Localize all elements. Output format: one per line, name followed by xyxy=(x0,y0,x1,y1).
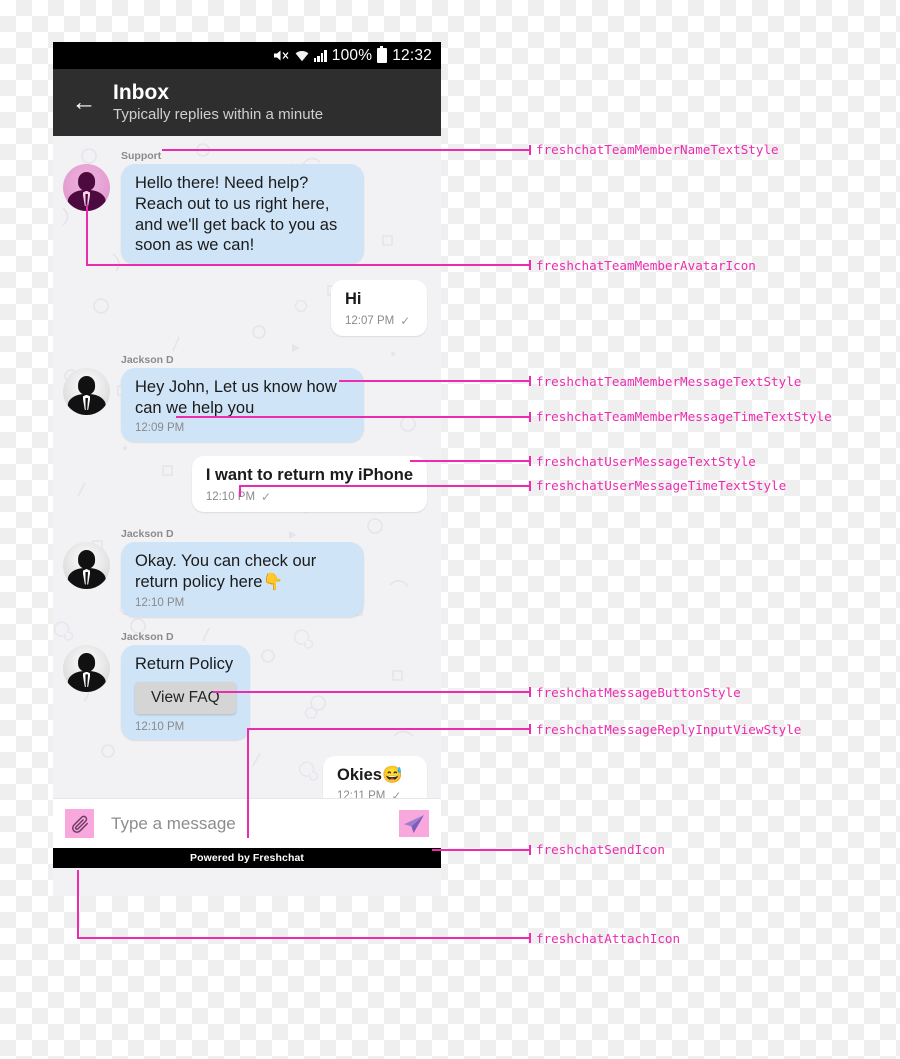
message-text: Hi xyxy=(345,290,362,309)
team-member-avatar-icon[interactable] xyxy=(63,164,110,211)
message-row: Okay. You can check our return policy he… xyxy=(63,542,427,617)
message-time-row: 12:10 PM ✓ xyxy=(206,490,413,504)
message-bubble[interactable]: I want to return my iPhone 12:10 PM ✓ xyxy=(191,456,427,513)
message-row: I want to return my iPhone 12:10 PM ✓ xyxy=(63,456,427,513)
annotation-label: freshchatUserMessageTimeTextStyle xyxy=(536,478,787,493)
message-text: Hello there! Need help? Reach out to us … xyxy=(135,174,338,255)
team-member-avatar-icon[interactable] xyxy=(63,367,110,415)
annotation-label: freshchatMessageReplyInputViewStyle xyxy=(536,722,802,737)
back-arrow-icon[interactable]: ← xyxy=(67,86,101,120)
message-time-row: 12:07 PM ✓ xyxy=(345,314,413,328)
annotation-label: freshchatMessageButtonStyle xyxy=(536,685,741,700)
delivery-tick-icon: ✓ xyxy=(400,313,411,328)
app-header: ← Inbox Typically replies within a minut… xyxy=(53,69,441,136)
message-time: 12:10 PM xyxy=(135,720,185,733)
message-text: Hey John, Let us know how can we help yo… xyxy=(135,377,337,417)
sender-name: Jackson D xyxy=(121,353,174,366)
header-subtitle: Typically replies within a minute xyxy=(113,105,324,123)
message-row: Return Policy View FAQ 12:10 PM xyxy=(63,644,427,740)
message-bubble[interactable]: Hey John, Let us know how can we help yo… xyxy=(121,367,364,443)
battery-percent: 100% xyxy=(331,46,373,64)
message-input[interactable]: Type a message xyxy=(94,814,399,834)
delivery-tick-icon: ✓ xyxy=(391,789,402,798)
view-faq-button[interactable]: View FAQ xyxy=(135,681,236,714)
message-time-row: 12:11 PM ✓ xyxy=(337,789,413,798)
sender-name: Jackson D xyxy=(121,630,174,643)
message-row: Hey John, Let us know how can we help yo… xyxy=(63,367,427,443)
message-row: Hello there! Need help? Reach out to us … xyxy=(63,164,427,265)
team-member-avatar-icon[interactable] xyxy=(63,644,110,692)
mute-icon xyxy=(273,49,290,62)
phone-screen: 100% 12:32 ← Inbox Typically replies wit… xyxy=(53,42,441,896)
message-bubble[interactable]: Okies😅 12:11 PM ✓ xyxy=(323,755,427,798)
status-clock: 12:32 xyxy=(392,46,432,64)
message-time: 12:10 PM xyxy=(135,596,185,609)
team-member-avatar-icon[interactable] xyxy=(63,542,110,590)
attach-paperclip-icon[interactable] xyxy=(65,809,94,838)
message-time: 12:07 PM xyxy=(345,314,395,327)
battery-icon xyxy=(377,45,388,63)
wifi-icon xyxy=(295,50,309,62)
message-bubble[interactable]: Hi 12:07 PM ✓ xyxy=(331,280,427,336)
status-bar: 100% 12:32 xyxy=(53,42,441,69)
annotation-label: freshchatTeamMemberMessageTimeTextStyle xyxy=(536,409,832,424)
conversation-list[interactable]: Support Hello there! Need help? Reach ou… xyxy=(53,136,441,798)
annotation-label: freshchatTeamMemberAvatarIcon xyxy=(536,258,756,273)
sender-name: Support xyxy=(121,150,162,162)
message-bubble[interactable]: Okay. You can check our return policy he… xyxy=(121,542,364,617)
signal-icon xyxy=(313,49,327,62)
message-row: Okies😅 12:11 PM ✓ xyxy=(63,755,427,798)
sender-name: Jackson D xyxy=(121,528,174,541)
message-text: Return Policy xyxy=(135,654,234,673)
annotation-label: freshchatTeamMemberNameTextStyle xyxy=(536,142,779,157)
message-text: Okies😅 xyxy=(337,765,403,784)
page-title: Inbox xyxy=(113,80,169,104)
message-bubble[interactable]: Return Policy View FAQ 12:10 PM xyxy=(121,644,250,740)
message-time: 12:10 PM xyxy=(205,491,256,504)
annotation-label: freshchatUserMessageTextStyle xyxy=(536,454,756,469)
message-bubble[interactable]: Hello there! Need help? Reach out to us … xyxy=(121,164,364,265)
message-time: 12:11 PM xyxy=(337,790,386,798)
message-text: Okay. You can check our return policy he… xyxy=(135,552,317,592)
annotation-label: freshchatTeamMemberMessageTextStyle xyxy=(536,374,802,389)
message-time: 12:09 PM xyxy=(135,422,185,435)
message-text: I want to return my iPhone xyxy=(205,466,413,485)
annotation-label: freshchatAttachIcon xyxy=(536,931,681,946)
send-paper-plane-icon[interactable] xyxy=(399,810,429,837)
delivery-tick-icon: ✓ xyxy=(261,490,272,505)
message-row: Hi 12:07 PM ✓ xyxy=(63,280,427,336)
message-reply-input-view[interactable]: Type a message xyxy=(53,798,441,848)
powered-by-footer: Powered by Freshchat xyxy=(53,848,441,868)
annotation-label: freshchatSendIcon xyxy=(536,842,665,857)
